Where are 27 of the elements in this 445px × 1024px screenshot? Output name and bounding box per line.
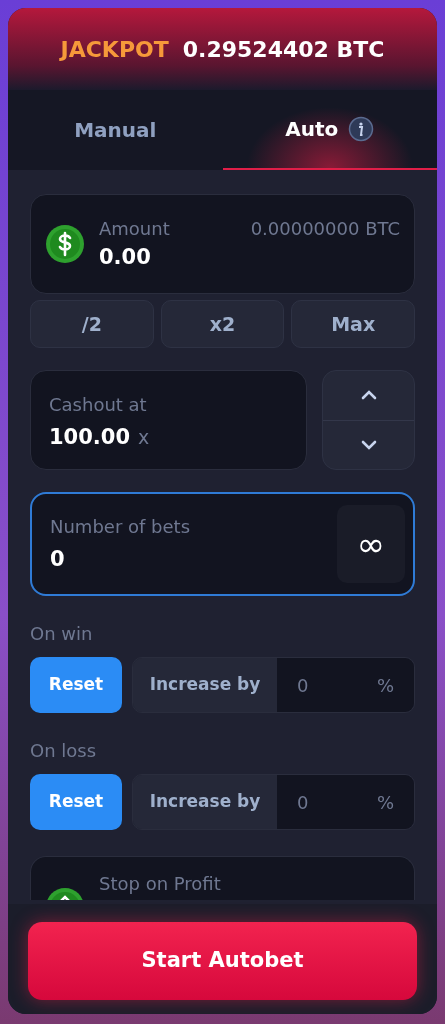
amount-button[interactable]: Max	[291, 300, 415, 348]
bets-field[interactable]: Number of bets 0 ∞	[30, 492, 415, 596]
cashout-value: 100.00	[49, 425, 131, 449]
jackpot-label: JACKPOT	[60, 35, 169, 64]
multiplier-suffix: x	[138, 426, 150, 448]
btc-conversion: 0.00000000 BTC	[250, 216, 400, 241]
reset-button[interactable]: Reset	[30, 657, 122, 713]
cashout-field[interactable]: Cashout at 100.00 x	[30, 370, 307, 470]
amount-value: 0.00	[99, 243, 152, 271]
jackpot-amount: 0.29524402 BTC	[182, 35, 385, 64]
condition-label: On win	[30, 622, 94, 646]
cashout-label: Cashout at	[49, 393, 148, 417]
mode-tab[interactable]: Manual	[8, 90, 223, 170]
amount-button[interactable]: /2	[30, 300, 154, 348]
amount-button[interactable]: x2	[160, 300, 285, 348]
reset-button[interactable]: Reset	[30, 774, 122, 830]
dollar-coin-icon	[45, 224, 85, 264]
amount-label: Amount	[99, 216, 170, 241]
bets-value: 0	[50, 545, 66, 573]
stop-profit-label: Stop on Profit	[99, 875, 221, 893]
condition-label: On loss	[30, 739, 98, 763]
amount-field[interactable]: Amount 0.00000000 BTC 0.00	[30, 194, 415, 294]
infinity-button[interactable]: ∞	[337, 505, 405, 583]
chevron-down-icon	[360, 439, 377, 450]
bets-label: Number of bets	[50, 514, 191, 539]
chevron-up-icon	[360, 390, 377, 401]
start-autobet-button[interactable]: Start Autobet	[28, 922, 417, 1000]
